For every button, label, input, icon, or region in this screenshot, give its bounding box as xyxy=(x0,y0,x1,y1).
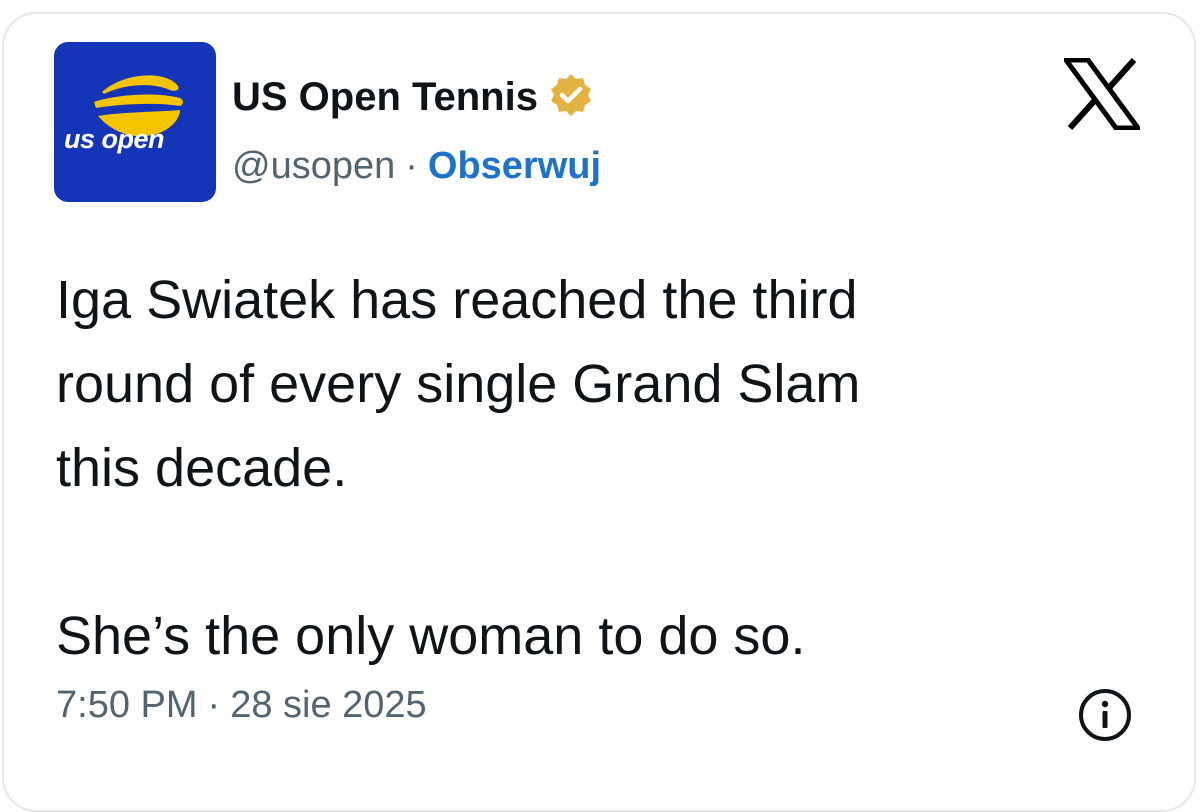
follow-button[interactable]: Obserwuj xyxy=(428,145,601,188)
post-text: Iga Swiatek has reached the third round … xyxy=(56,258,1146,678)
handle-separator: · xyxy=(405,145,418,187)
post-date[interactable]: 28 sie 2025 xyxy=(230,684,427,727)
post-text-line: this decade. xyxy=(56,438,348,498)
avatar[interactable]: us open xyxy=(54,42,216,202)
handle-row: @usopen · Obserwuj xyxy=(232,145,601,188)
account-name[interactable]: US Open Tennis xyxy=(232,75,538,120)
info-icon[interactable] xyxy=(1076,686,1134,744)
post-text-line: She’s the only woman to do so. xyxy=(56,606,806,666)
verified-badge-icon xyxy=(548,72,594,123)
post-text-line: Iga Swiatek has reached the third xyxy=(56,270,858,330)
avatar-logo-text: us open xyxy=(64,124,165,154)
tennis-ball-logo-icon xyxy=(94,75,183,137)
account-name-row: US Open Tennis xyxy=(232,72,594,122)
post-text-line: round of every single Grand Slam xyxy=(56,354,861,414)
post-time[interactable]: 7:50 PM xyxy=(56,684,198,727)
post-meta: 7:50 PM · 28 sie 2025 xyxy=(56,684,427,727)
x-logo-icon[interactable] xyxy=(1061,57,1143,131)
meta-separator: · xyxy=(207,684,221,726)
account-handle[interactable]: @usopen xyxy=(232,145,395,188)
